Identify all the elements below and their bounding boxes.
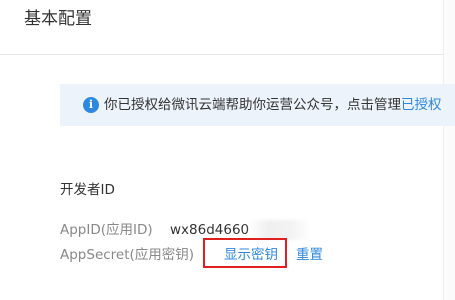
- notice-text: 你已授权给微讯云端帮助你运营公众号，点击管理已授权: [104, 96, 442, 114]
- show-key-label: 显示密钥: [224, 247, 278, 263]
- info-icon: i: [83, 97, 99, 113]
- show-key-button[interactable]: 显示密钥: [203, 238, 287, 268]
- authorized-link[interactable]: 已授权: [401, 97, 442, 113]
- authorization-notice: i 你已授权给微讯云端帮助你运营公众号，点击管理已授权: [60, 84, 455, 126]
- appid-redaction-mask: [249, 220, 311, 240]
- right-edge-panel: [443, 0, 455, 300]
- appid-label: AppID(应用ID): [60, 222, 153, 238]
- appid-value: wx86d4660: [170, 222, 250, 238]
- page-title: 基本配置: [24, 9, 92, 29]
- appsecret-label: AppSecret(应用密钥): [60, 247, 195, 263]
- reset-link[interactable]: 重置: [296, 246, 323, 264]
- notice-message: 你已授权给微讯云端帮助你运营公众号，点击管理: [104, 97, 401, 113]
- developer-id-heading: 开发者ID: [60, 182, 115, 198]
- basic-config-page: 基本配置 i 你已授权给微讯云端帮助你运营公众号，点击管理已授权 开发者ID A…: [0, 0, 455, 300]
- title-divider: [0, 54, 455, 55]
